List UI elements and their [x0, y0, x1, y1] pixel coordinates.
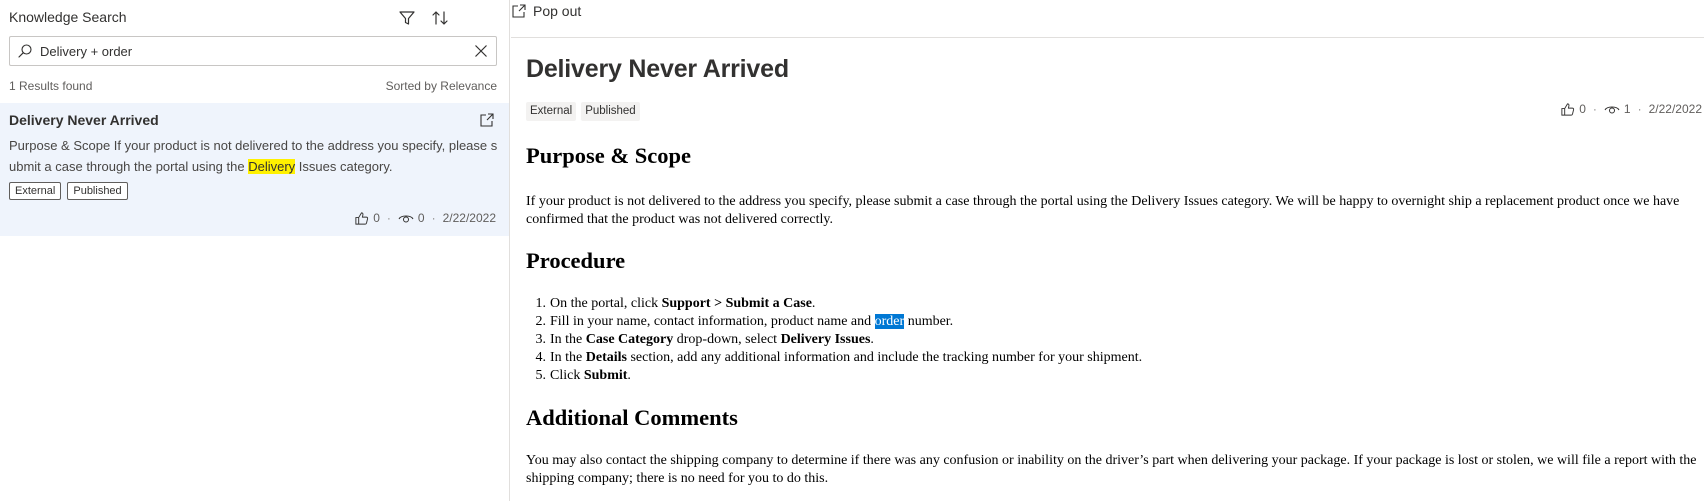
result-meta: 0 · 0 · 2/22/2022 [353, 210, 496, 226]
knowledge-search-panel: Knowledge Search 1 Results found Sorted … [0, 0, 510, 501]
article-viewer: Pop out Delivery Never Arrived External … [511, 0, 1704, 501]
tag-published: Published [581, 102, 640, 121]
separator-dot: · [431, 211, 436, 225]
separator-dot: · [1637, 102, 1642, 116]
sort-order-label: Sorted by Relevance [385, 79, 497, 93]
separator-dot: · [386, 211, 391, 225]
like-icon[interactable] [1559, 101, 1575, 117]
filter-icon[interactable] [395, 6, 419, 30]
popout-icon[interactable] [477, 110, 497, 130]
views-count: 0 [417, 211, 425, 225]
separator-dot: · [1592, 102, 1597, 116]
search-result-card[interactable]: Delivery Never Arrived Purpose & Scope I… [0, 103, 509, 236]
like-icon [353, 210, 369, 226]
procedure-steps: 1. On the portal, click Support > Submit … [526, 295, 1143, 385]
procedure-step: 3. In the Case Category drop-down, select… [535, 332, 874, 347]
article-meta: 0 · 1 · 2/22/2022 [1559, 101, 1702, 117]
results-count: 1 Results found [9, 79, 93, 93]
article-date: 2/22/2022 [1648, 102, 1702, 116]
tag-external: External [526, 102, 577, 121]
section-heading-comments: Additional Comments [526, 405, 738, 430]
search-box [9, 36, 497, 66]
tag-published: Published [67, 182, 128, 200]
article-tags: External Published [526, 102, 640, 121]
section-heading-purpose: Purpose & Scope [526, 143, 691, 168]
comments-paragraph: You may also contact the shipping compan… [526, 453, 1697, 486]
procedure-step: 2. Fill in your name, contact information… [535, 314, 954, 329]
popout-label: Pop out [533, 3, 582, 19]
sort-icon[interactable] [428, 6, 452, 30]
views-icon [1604, 101, 1620, 117]
views-count: 1 [1623, 102, 1631, 116]
divider [511, 37, 1704, 38]
article-title: Delivery Never Arrived [526, 55, 789, 83]
search-input[interactable] [40, 37, 466, 65]
search-term-highlight: Delivery [248, 158, 296, 174]
result-title: Delivery Never Arrived [9, 112, 159, 128]
result-tags: External Published [9, 182, 128, 200]
popout-button[interactable]: Pop out [511, 0, 581, 22]
result-date: 2/22/2022 [442, 211, 496, 225]
search-icon [10, 37, 40, 65]
selected-text: order [874, 314, 905, 329]
procedure-step: 5. Click Submit. [535, 368, 631, 383]
procedure-step: 4. In the Details section, add any additi… [535, 350, 1143, 365]
popout-icon [511, 3, 527, 19]
likes-count: 0 [1579, 102, 1586, 116]
purpose-paragraph: If your product is not delivered to the … [526, 194, 1680, 227]
result-snippet: Purpose & Scope If your product is not d… [9, 138, 498, 174]
likes-count: 0 [373, 211, 380, 225]
procedure-step: 1. On the portal, click Support > Submit … [535, 296, 816, 311]
tag-external: External [9, 182, 62, 200]
section-heading-procedure: Procedure [526, 248, 626, 273]
clear-search-icon[interactable] [466, 37, 496, 65]
views-icon [398, 210, 414, 226]
panel-title: Knowledge Search [9, 9, 127, 25]
